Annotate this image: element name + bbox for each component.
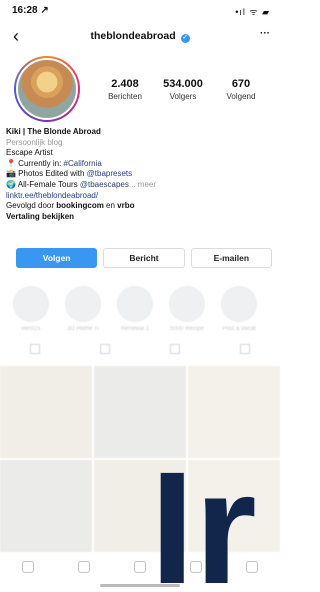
highlight-item[interactable]: Renewal 1 (114, 286, 156, 332)
email-button[interactable]: E-mailen (190, 248, 272, 268)
highlight-label: 3D Home Ti (67, 326, 99, 332)
profile-actions: Volgen Bericht E-mailen (16, 248, 272, 268)
highlight-label: Renewal 1 (120, 326, 150, 332)
highlight-label: Best15 (21, 326, 41, 332)
status-system-icons: •ıl ᯤ ▰ (235, 7, 270, 17)
reels-icon[interactable] (134, 561, 146, 573)
shop-icon[interactable] (190, 561, 202, 573)
stat-posts[interactable]: 2.408 Berichten (96, 78, 154, 101)
highlight-item[interactable]: 3D Home Ti (62, 286, 104, 332)
profile-avatar-ring[interactable] (14, 56, 80, 122)
guides-tab-icon[interactable] (170, 344, 180, 354)
stat-posts-value: 2.408 (111, 78, 139, 90)
story-highlights: Best15 3D Home Ti Renewal 1 5000 Recipe … (10, 286, 280, 332)
highlight-item[interactable]: Post a Vacat (218, 286, 260, 332)
bio-name: Kiki | The Blonde Abroad (6, 127, 101, 136)
more-options-icon[interactable]: ··· (260, 28, 270, 39)
bio-line-presets: 📸 Photos Edited with @tbapresets (6, 169, 274, 180)
reels-tab-icon[interactable] (100, 344, 110, 354)
verified-badge-icon: ✓ (180, 34, 190, 43)
highlight-item[interactable]: Best15 (10, 286, 52, 332)
avatar (16, 58, 78, 120)
profile-icon[interactable] (246, 561, 258, 573)
bio-line-escape: Escape Artist (6, 148, 53, 158)
profile-bio: Kiki | The Blonde Abroad Persoonlijk blo… (6, 127, 274, 222)
see-translation-link[interactable]: Vertaling bekijken (6, 212, 274, 223)
stat-following[interactable]: 670 Volgend (212, 78, 270, 101)
highlight-cover (169, 286, 205, 322)
status-time: 16:28 ↗ (12, 5, 49, 16)
post-thumbnail[interactable] (0, 460, 92, 552)
home-icon[interactable] (22, 561, 34, 573)
profile-username-row: theblondeabroad ✓ (0, 30, 280, 43)
highlight-item[interactable]: 5000 Recipe (166, 286, 208, 332)
stat-followers-value: 534.000 (163, 78, 203, 90)
followed-by-text: Gevolgd door (6, 201, 57, 211)
stat-posts-label: Berichten (108, 92, 142, 101)
bio-line-location: 📍 Currently in: #California (6, 159, 274, 170)
bio-location-text: 📍 Currently in: (6, 158, 64, 168)
highlight-cover (13, 286, 49, 322)
highlight-cover (65, 286, 101, 322)
home-indicator (100, 584, 180, 587)
message-button[interactable]: Bericht (103, 248, 185, 268)
highlight-cover (221, 286, 257, 322)
mention-link-presets[interactable]: @tbapresets (87, 169, 132, 178)
followed-by-conjunction: en (103, 201, 118, 211)
bio-category: Persoonlijk blog (6, 137, 63, 147)
follow-button[interactable]: Volgen (16, 248, 98, 268)
stat-following-label: Volgend (226, 92, 256, 101)
profile-header: ‹ theblondeabroad ✓ ··· (0, 24, 280, 50)
bio-line-tours: 🌍 All-Female Tours @tbaescapes... meer (6, 180, 274, 191)
search-icon[interactable] (78, 561, 90, 573)
status-bar: 16:28 ↗ •ıl ᯤ ▰ (0, 0, 280, 22)
bio-more-link[interactable]: ... meer (129, 180, 156, 189)
bio-tours-text: 🌍 All-Female Tours (6, 179, 80, 189)
profile-tabs (0, 344, 280, 354)
followed-by-account-1: bookingcom (56, 201, 104, 211)
bottom-nav (0, 552, 280, 582)
followed-by-account-2: vrbo (117, 201, 135, 211)
hashtag-link[interactable]: #California (64, 159, 102, 168)
highlight-label: 5000 Recipe (170, 326, 204, 332)
bio-presets-text: 📸 Photos Edited with (6, 169, 87, 179)
highlight-cover (117, 286, 153, 322)
stat-following-value: 670 (231, 78, 251, 90)
grid-tab-icon[interactable] (30, 344, 40, 354)
mention-link-escapes[interactable]: @tbaescapes (80, 180, 129, 189)
profile-username: theblondeabroad (90, 30, 176, 42)
post-thumbnail[interactable] (0, 366, 92, 458)
highlight-label: Post a Vacat (222, 326, 256, 332)
bio-website-link[interactable]: linktr.ee/theblondeabroad/ (6, 191, 274, 202)
tagged-tab-icon[interactable] (240, 344, 250, 354)
bio-followed-by[interactable]: Gevolgd door bookingcom en vrbo (6, 201, 274, 212)
stat-followers[interactable]: 534.000 Volgers (154, 78, 212, 101)
stat-followers-label: Volgers (169, 92, 197, 101)
profile-stats: 2.408 Berichten 534.000 Volgers 670 Volg… (96, 78, 270, 101)
